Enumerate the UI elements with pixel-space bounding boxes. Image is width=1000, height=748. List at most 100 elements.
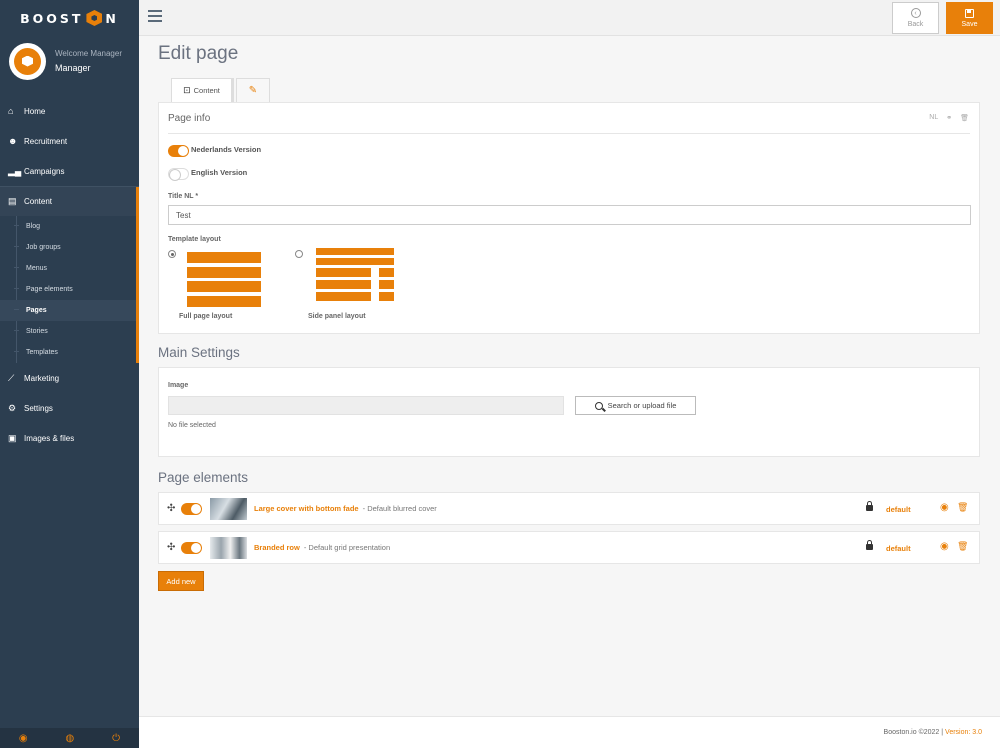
move-arrows-icon[interactable]: ✣ <box>167 503 179 514</box>
tab-content[interactable]: ⊡ Content <box>171 78 234 102</box>
tab-settings[interactable]: ✎ <box>236 78 270 102</box>
english-version-label: English Version <box>191 167 248 177</box>
element-name[interactable]: Large cover with bottom fade <box>254 504 359 513</box>
full-page-layout-caption: Full page layout <box>179 313 233 320</box>
page-element-row: ✣ Branded row - Default grid presentatio… <box>158 531 980 564</box>
side-panel-layout-caption: Side panel layout <box>308 313 366 320</box>
eye-icon[interactable]: ◉ <box>940 541 949 552</box>
element-enabled-toggle[interactable] <box>181 502 202 515</box>
trash-icon[interactable]: 🗑 <box>960 114 969 122</box>
eye-icon[interactable]: ◉ <box>940 502 949 513</box>
footer-copyright: Booston.io ©2022 | <box>883 729 944 736</box>
submenu-item-pages[interactable]: Pages <box>0 300 139 321</box>
tab-content-label: Content <box>193 86 220 95</box>
power-icon[interactable]: ⏻ <box>112 733 120 744</box>
gears-icon: ⚙ <box>8 402 17 413</box>
footer-version[interactable]: Version: 3.0 <box>945 729 982 736</box>
element-name[interactable]: Branded row <box>254 543 300 552</box>
dutch-version-row: Nederlands Version <box>168 145 261 157</box>
element-tag: default <box>886 505 911 514</box>
page-footer: Booston.io ©2022 | Version: 3.0 <box>139 716 1000 748</box>
search-icon <box>594 401 603 410</box>
side-panel-layout-radio[interactable] <box>295 250 303 258</box>
submenu-item-blog[interactable]: Blog <box>0 216 139 237</box>
sidebar-item-recruitment[interactable]: ☻ Recruitment <box>0 126 139 156</box>
full-page-layout-preview[interactable] <box>187 252 261 310</box>
add-new-button[interactable]: Add new <box>158 571 204 591</box>
submenu-item-templates[interactable]: Templates <box>0 342 139 363</box>
dutch-version-label: Nederlands Version <box>191 144 262 154</box>
logo-text-right: N <box>105 10 119 26</box>
sidebar-item-images-files[interactable]: ▣ Images & files <box>0 423 139 453</box>
title-label: Title NL * <box>168 193 199 200</box>
top-bar: ‹ Back Save <box>139 0 1000 36</box>
element-description: - Default grid presentation <box>303 543 391 552</box>
sidebar-footer: ◉ ◍ ⏻ <box>0 728 139 748</box>
move-arrows-icon[interactable]: ✣ <box>167 542 179 553</box>
image-icon: ▣ <box>8 432 17 443</box>
submenu-item-page-elements[interactable]: Page elements <box>0 279 139 300</box>
full-page-layout-radio[interactable] <box>168 250 176 258</box>
page-info-card: Page info NL ⚭ 🗑 Nederlands Version Engl… <box>158 102 980 334</box>
english-version-row: English Version <box>168 167 248 181</box>
page-element-row: ✣ Large cover with bottom fade - Default… <box>158 492 980 525</box>
submenu-item-job-groups[interactable]: Job groups <box>0 237 139 258</box>
back-label: Back <box>907 21 924 28</box>
link-icon[interactable]: ⚭ <box>946 114 952 122</box>
element-description: - Default blurred cover <box>362 504 437 513</box>
user-circle-icon[interactable]: ◉ <box>19 733 28 744</box>
main-settings-card: Image Search or upload file No file sele… <box>158 367 980 457</box>
submenu-item-menus[interactable]: Menus <box>0 258 139 279</box>
main-content: Edit page ⊡ Content ✎ Page info NL ⚭ 🗑 Ne… <box>139 36 1000 716</box>
tabs: ⊡ Content ✎ <box>171 78 270 102</box>
users-icon: ☻ <box>8 136 18 146</box>
image-label: Image <box>168 382 189 389</box>
page-title: Edit page <box>158 43 239 64</box>
user-welcome: Welcome Manager <box>55 49 122 58</box>
sidebar-item-label: Campaigns <box>24 166 65 176</box>
arrow-circle-icon: ‹ <box>910 8 921 18</box>
home-icon: ⌂ <box>8 106 14 116</box>
sidebar-item-label: Home <box>24 106 46 116</box>
element-thumbnail <box>210 536 247 559</box>
dutch-version-toggle[interactable] <box>168 145 189 157</box>
sidebar-item-content[interactable]: ▤ Content <box>0 186 139 217</box>
menu-toggle-icon[interactable] <box>148 10 162 22</box>
sidebar-item-home[interactable]: ⌂ Home <box>0 96 139 126</box>
main-settings-heading: Main Settings <box>158 345 240 360</box>
sidebar-nav: ⌂ Home ☻ Recruitment ▂▄ Campaigns ▤ Content … <box>0 96 139 453</box>
sidebar-item-marketing[interactable]: ⟋ Marketing <box>0 363 139 393</box>
globe-icon[interactable]: ◍ <box>66 733 75 744</box>
sidebar-item-label: Images & files <box>24 433 75 443</box>
sidebar-item-settings[interactable]: ⚙ Settings <box>0 393 139 423</box>
sidebar: BOOST N Welcome Manager Manager ⌂ Home ☻ Re… <box>0 0 139 748</box>
search-upload-button[interactable]: Search or upload file <box>575 396 696 415</box>
save-button[interactable]: Save <box>946 2 993 34</box>
search-upload-label: Search or upload file <box>607 401 677 410</box>
trash-icon[interactable]: 🗑 <box>957 541 968 552</box>
logo-text-left: BOOST <box>20 10 84 26</box>
brand-logo[interactable]: BOOST N <box>0 0 139 36</box>
side-panel-layout-preview[interactable] <box>316 248 394 304</box>
submenu-item-stories[interactable]: Stories <box>0 321 139 342</box>
sidebar-item-label: Settings <box>24 403 53 413</box>
lock-icon <box>866 501 873 511</box>
content-submenu: Blog Job groups Menus Page elements Page… <box>0 216 139 363</box>
image-file-field[interactable] <box>168 396 564 415</box>
element-enabled-toggle[interactable] <box>181 541 202 554</box>
trash-icon[interactable]: 🗑 <box>957 502 968 513</box>
sidebar-item-campaigns[interactable]: ▂▄ Campaigns <box>0 156 139 186</box>
back-button[interactable]: ‹ Back <box>892 2 939 34</box>
signal-icon: ▂▄ <box>8 165 22 176</box>
language-badge: NL <box>929 114 939 121</box>
english-version-toggle[interactable] <box>168 168 189 181</box>
file-icon: ▤ <box>8 196 17 206</box>
title-input[interactable]: Test <box>168 205 971 225</box>
save-label: Save <box>961 20 978 28</box>
avatar[interactable] <box>9 42 46 80</box>
wrench-icon: ✎ <box>248 85 258 96</box>
element-thumbnail <box>210 497 247 520</box>
user-panel: Welcome Manager Manager <box>0 36 139 86</box>
template-layout-label: Template layout <box>168 236 221 243</box>
sidebar-item-label: Marketing <box>24 373 60 383</box>
